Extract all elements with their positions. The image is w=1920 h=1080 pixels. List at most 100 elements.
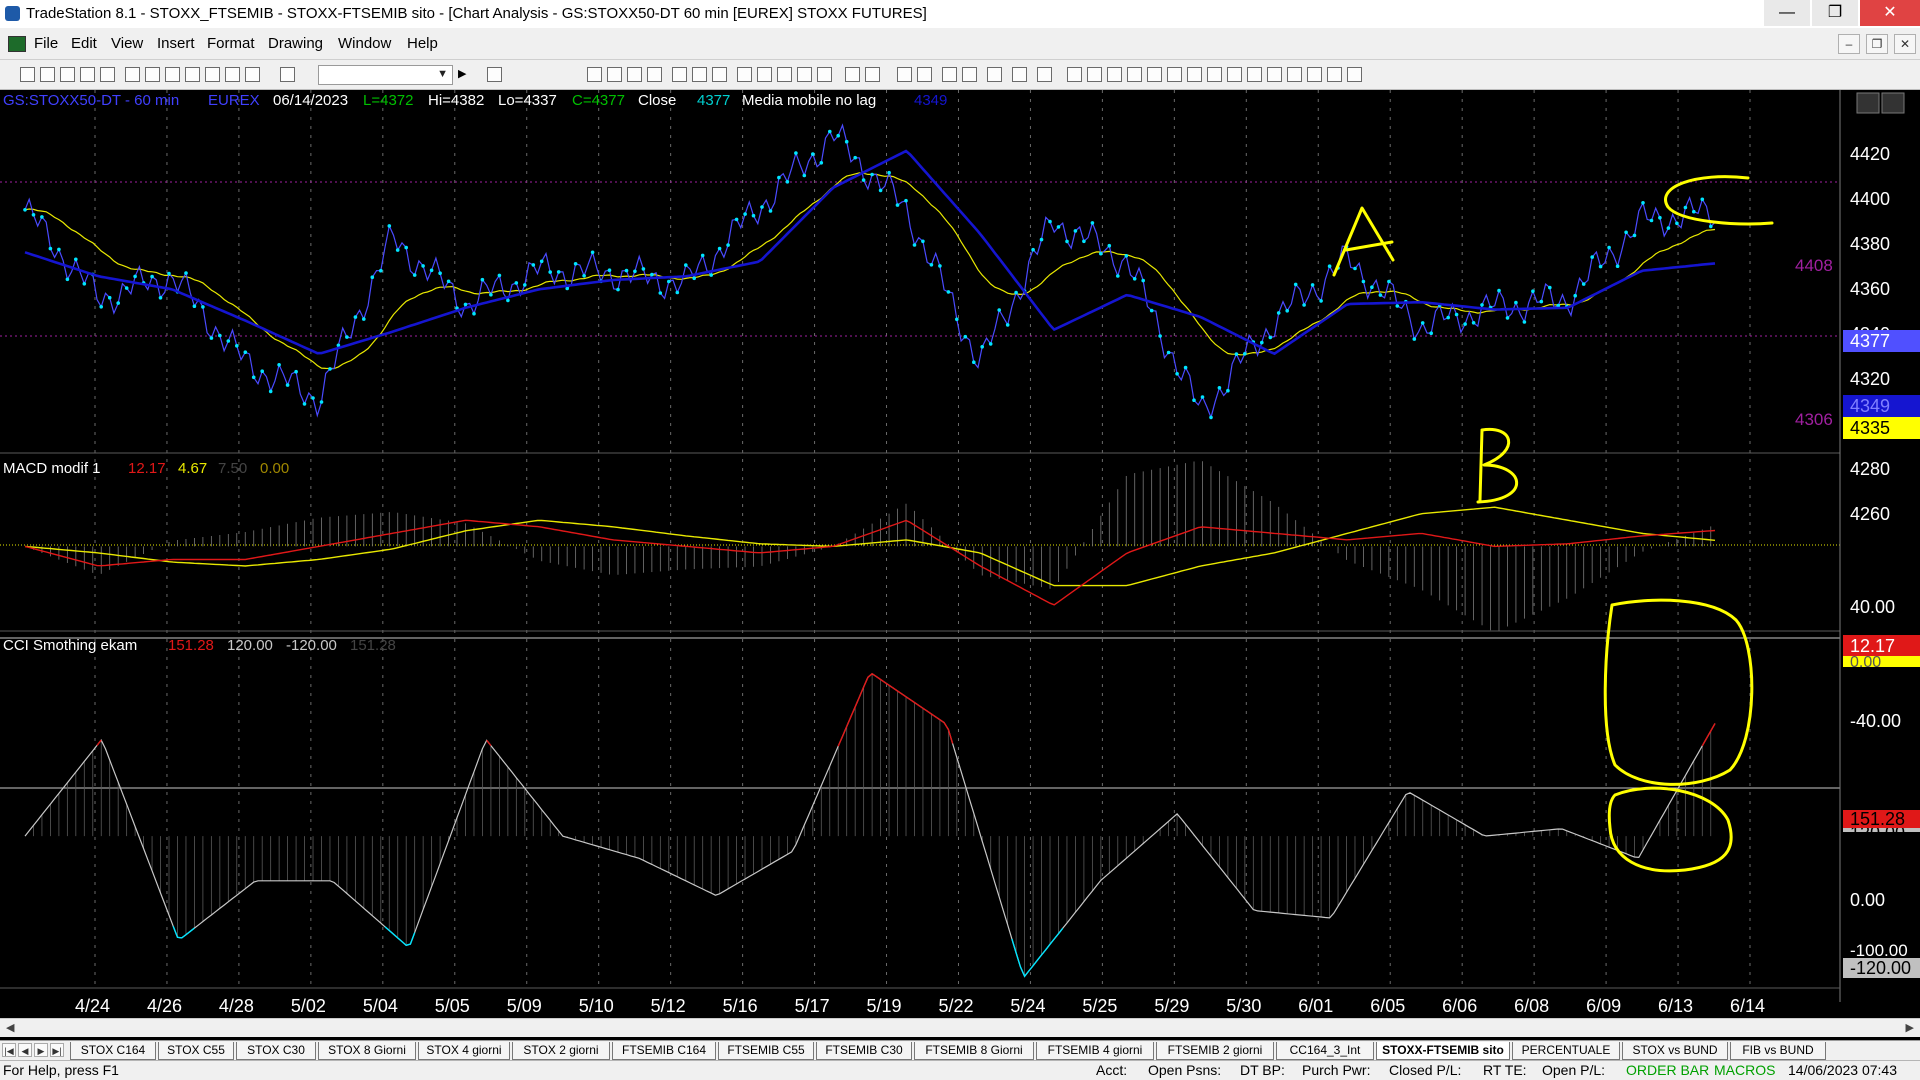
tab-ftsemib-c30[interactable]: FTSEMIB C30 [816, 1042, 912, 1060]
close-button[interactable]: ✕ [1860, 0, 1920, 26]
menu-window[interactable]: Window [338, 35, 391, 52]
text-icon[interactable] [1347, 67, 1362, 82]
zoom-in-icon[interactable] [897, 67, 912, 82]
drawing-icon[interactable] [962, 67, 977, 82]
trendline-icon[interactable] [1067, 67, 1082, 82]
bars-icon[interactable] [817, 67, 832, 82]
andrews-icon[interactable] [1147, 67, 1162, 82]
menu-edit[interactable]: Edit [71, 35, 97, 52]
chevron-down-icon[interactable]: ▼ [437, 68, 448, 80]
regression-icon[interactable] [1187, 67, 1202, 82]
symbol-combobox[interactable]: ▼ [318, 65, 453, 85]
color-icon[interactable] [280, 67, 295, 82]
tab-ftsemib-2-giorni[interactable]: FTSEMIB 2 giorni [1156, 1042, 1274, 1060]
zoom-out-icon[interactable] [917, 67, 932, 82]
tab-stoxx-ftsemib-sito[interactable]: STOXX-FTSEMIB sito [1376, 1042, 1510, 1060]
cursor-icon[interactable] [942, 67, 957, 82]
ellipse-icon[interactable] [1327, 67, 1342, 82]
vertical-line-icon[interactable] [1227, 67, 1242, 82]
tab-stox-2-giorni[interactable]: STOX 2 giorni [512, 1042, 610, 1060]
new-window-icon[interactable] [60, 67, 75, 82]
menu-drawing[interactable]: Drawing [268, 35, 323, 52]
arc-icon[interactable] [1247, 67, 1262, 82]
mdi-minimize-button[interactable]: – [1838, 34, 1860, 54]
tab-ftsemib-c55[interactable]: FTSEMIB C55 [718, 1042, 814, 1060]
indicator-icon[interactable] [672, 67, 687, 82]
tab-cc164-3-int[interactable]: CC164_3_Int [1276, 1042, 1374, 1060]
search-icon[interactable] [487, 67, 502, 82]
tab-last-icon[interactable]: ▶| [50, 1043, 64, 1057]
print-preview-icon[interactable] [145, 67, 160, 82]
price-dot [1514, 300, 1518, 305]
tab-stox-c164[interactable]: STOX C164 [70, 1042, 156, 1060]
save-icon[interactable] [100, 67, 115, 82]
mdi-close-button[interactable]: ✕ [1894, 34, 1916, 54]
tab-stox-c55[interactable]: STOX C55 [158, 1042, 234, 1060]
play-icon[interactable]: ▶ [458, 67, 466, 80]
pane-minimize-button[interactable] [1856, 92, 1880, 114]
tab-stox-8-giorni[interactable]: STOX 8 Giorni [318, 1042, 416, 1060]
fib-icon[interactable] [1087, 67, 1102, 82]
speed-lines-icon[interactable] [1127, 67, 1142, 82]
horizontal-line-icon[interactable] [1207, 67, 1222, 82]
candle-icon[interactable] [777, 67, 792, 82]
tab-ftsemib-8-giorni[interactable]: FTSEMIB 8 Giorni [914, 1042, 1034, 1060]
pane-restore-button[interactable] [1881, 92, 1905, 114]
menu-file[interactable]: File [34, 35, 58, 52]
rectangle-icon[interactable] [1307, 67, 1322, 82]
data-icon[interactable] [627, 67, 642, 82]
tools-icon[interactable] [987, 67, 1002, 82]
export-icon[interactable] [1012, 67, 1027, 82]
price-dot [438, 271, 442, 275]
price-dot [404, 245, 409, 250]
scan-icon[interactable] [712, 67, 727, 82]
settings-icon[interactable] [737, 67, 752, 82]
matrix-icon[interactable] [245, 67, 260, 82]
tab-fib-vs-bund[interactable]: FIB vs BUND [1730, 1042, 1826, 1060]
compress-icon[interactable] [865, 67, 880, 82]
scroll-left-icon[interactable]: ◀ [6, 1021, 14, 1034]
tab-next-icon[interactable]: ▶ [34, 1043, 48, 1057]
bar-icon[interactable] [587, 67, 602, 82]
chart-icon[interactable] [225, 67, 240, 82]
chart-area[interactable]: GS:STOXX50-DT - 60 min EUREX 06/14/2023 … [0, 90, 1920, 1020]
strategy-icon[interactable] [692, 67, 707, 82]
new-icon[interactable] [20, 67, 35, 82]
format-icon[interactable] [607, 67, 622, 82]
line-chart-icon[interactable] [797, 67, 812, 82]
alert-icon[interactable] [1037, 67, 1052, 82]
tab-stox-vs-bund[interactable]: STOX vs BUND [1622, 1042, 1728, 1060]
tab-prev-icon[interactable]: ◀ [18, 1043, 32, 1057]
menu-format[interactable]: Format [207, 35, 255, 52]
scroll-right-icon[interactable]: ▶ [1906, 1021, 1914, 1034]
channel-icon[interactable] [1167, 67, 1182, 82]
restore-button[interactable]: ❐ [1812, 0, 1858, 26]
tab-stox-c30[interactable]: STOX C30 [236, 1042, 316, 1060]
status-order-bar[interactable]: ORDER BAR [1626, 1061, 1709, 1080]
status-macros[interactable]: MACROS [1714, 1061, 1775, 1080]
gann-icon[interactable] [1107, 67, 1122, 82]
chart-window-icon[interactable] [8, 36, 26, 52]
chart-type-icon[interactable] [757, 67, 772, 82]
tab-ftsemib-c164[interactable]: FTSEMIB C164 [612, 1042, 716, 1060]
open-icon[interactable] [80, 67, 95, 82]
tab-stox-4-giorni[interactable]: STOX 4 giorni [418, 1042, 510, 1060]
menu-insert[interactable]: Insert [157, 35, 195, 52]
arrow-up-icon[interactable] [1287, 67, 1302, 82]
arrow-down-icon[interactable] [1267, 67, 1282, 82]
tab-percentuale[interactable]: PERCENTUALE [1512, 1042, 1620, 1060]
lock-icon[interactable] [205, 67, 220, 82]
chart-window-icon-tb[interactable] [165, 67, 180, 82]
menu-view[interactable]: View [111, 35, 143, 52]
minimize-button[interactable]: — [1764, 0, 1810, 26]
menu-help[interactable]: Help [407, 35, 438, 52]
new-workspace-icon[interactable] [40, 67, 55, 82]
radar-screen-icon[interactable] [185, 67, 200, 82]
tab-ftsemib-4-giorni[interactable]: FTSEMIB 4 giorni [1036, 1042, 1154, 1060]
expand-icon[interactable] [845, 67, 860, 82]
grid-icon[interactable] [647, 67, 662, 82]
horizontal-scrollbar[interactable]: ◀ ▶ [0, 1018, 1920, 1037]
mdi-restore-button[interactable]: ❐ [1866, 34, 1888, 54]
tab-first-icon[interactable]: |◀ [2, 1043, 16, 1057]
print-icon[interactable] [125, 67, 140, 82]
